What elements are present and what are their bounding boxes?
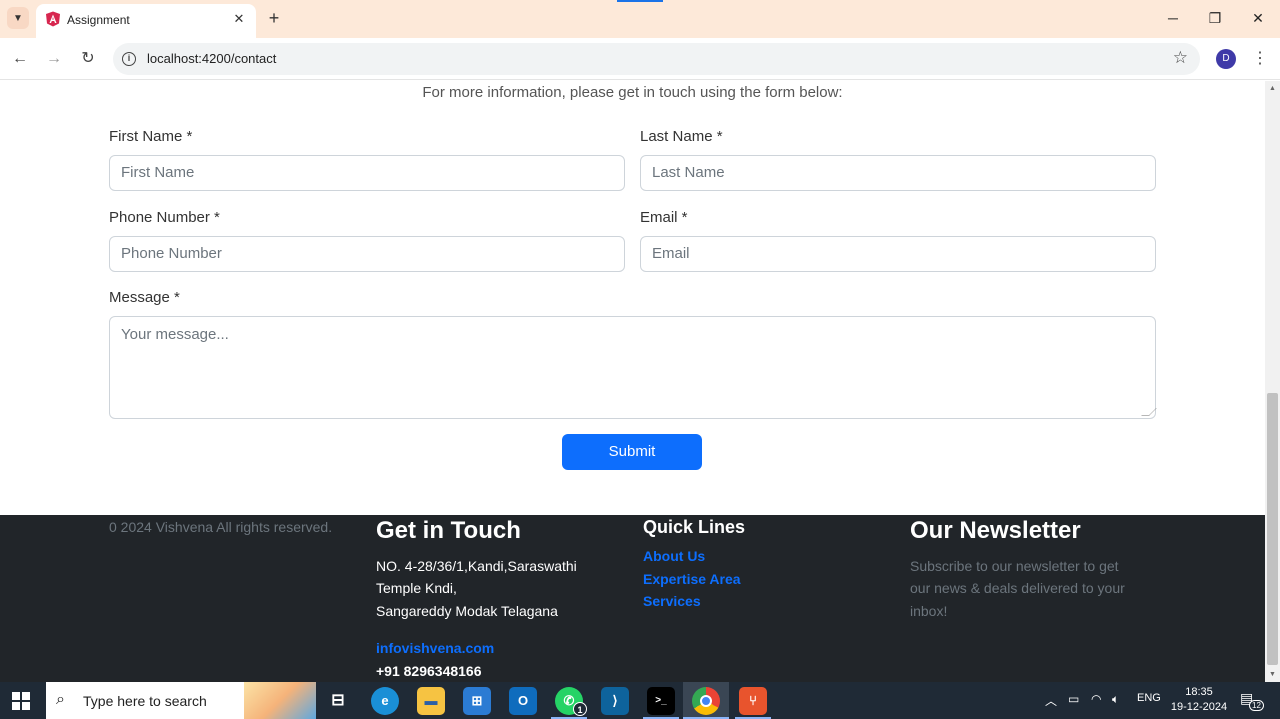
notification-center-icon[interactable]: ▤ 12 (1240, 690, 1264, 711)
scrollbar-thumb[interactable] (1267, 393, 1278, 665)
browser-tab-active[interactable]: Assignment ✕ (36, 4, 256, 38)
newsletter-text-line-3: inbox! (910, 603, 948, 619)
terminal-icon[interactable]: >_ (647, 687, 675, 715)
get-in-touch-heading: Get in Touch (376, 517, 521, 544)
page-viewport: For more information, please get in touc… (0, 81, 1265, 682)
quick-link-expertise-area[interactable]: Expertise Area (643, 571, 741, 587)
newsletter-text-line-2: our news & deals delivered to your (910, 580, 1125, 596)
vscode-icon[interactable]: ⟩ (601, 687, 629, 715)
first-name-label: First Name * (109, 128, 193, 145)
phone-number-input[interactable]: Phone Number (109, 236, 625, 272)
message-textarea[interactable]: Your message... (109, 316, 1157, 419)
textarea-resize-handle[interactable] (1141, 408, 1157, 416)
reload-icon[interactable]: ↻ (77, 48, 99, 70)
submit-button[interactable]: Submit (562, 434, 702, 470)
window-close-icon[interactable]: ✕ (1246, 8, 1270, 28)
contact-intro-text: For more information, please get in touc… (422, 84, 843, 101)
file-explorer-icon[interactable]: ▬ (417, 687, 445, 715)
minimize-icon[interactable]: ─ (1161, 8, 1185, 28)
windows-taskbar: ⌕ Type here to search ⊟ e ▬ ⊞ O ✆ 1 ⟩ >_… (0, 682, 1280, 719)
taskbar-clock[interactable]: 18:35 19-12-2024 (1167, 685, 1231, 715)
first-name-input[interactable]: First Name (109, 155, 625, 191)
new-tab-icon[interactable]: + (264, 8, 284, 28)
message-placeholder: Your message... (121, 326, 229, 343)
notification-count-badge: 12 (1249, 700, 1264, 711)
page-scrollbar[interactable]: ▲ ▼ (1265, 81, 1280, 682)
tab-close-icon[interactable]: ✕ (230, 10, 248, 28)
chrome-icon[interactable] (692, 687, 720, 715)
address-line-1: NO. 4-28/36/1,Kandi,Saraswathi (376, 558, 577, 574)
address-line-3: Sangareddy Modak Telagana (376, 603, 558, 619)
copyright-text: 0 2024 Vishvena All rights reserved. (109, 519, 333, 535)
taskbar-search-placeholder: Type here to search (83, 693, 207, 709)
scroll-up-icon[interactable]: ▲ (1269, 85, 1276, 92)
language-indicator[interactable]: ENG (1137, 692, 1161, 704)
edge-browser-icon[interactable]: e (371, 687, 399, 715)
taskbar-search-box[interactable]: ⌕ Type here to search (46, 682, 316, 719)
restore-icon[interactable]: ❐ (1203, 8, 1227, 28)
tab-search-button[interactable]: ▼ (7, 7, 29, 29)
phone-number-label: Phone Number * (109, 209, 220, 226)
quick-link-services[interactable]: Services (643, 593, 701, 609)
newsletter-text-line-1: Subscribe to our newsletter to get (910, 558, 1119, 574)
scroll-down-icon[interactable]: ▼ (1269, 671, 1276, 678)
forward-arrow-icon[interactable]: → (43, 48, 65, 70)
wifi-icon[interactable]: ◠ (1091, 692, 1101, 706)
battery-icon[interactable]: ▭ (1068, 692, 1079, 706)
email-label: Email * (640, 209, 688, 226)
microsoft-store-icon[interactable]: ⊞ (463, 687, 491, 715)
footer-phone: +91 8296348166 (376, 663, 482, 679)
browser-tab-bar: ▼ Assignment ✕ + ─ ❐ ✕ (0, 0, 1280, 38)
quick-links-heading: Quick Lines (643, 517, 746, 537)
quick-link-about-us[interactable]: About Us (643, 548, 705, 564)
address-bar[interactable]: i localhost:4200/contact ☆ (113, 43, 1200, 75)
back-arrow-icon[interactable]: ← (9, 48, 31, 70)
last-name-label: Last Name * (640, 128, 723, 145)
url-text[interactable]: localhost:4200/contact (147, 51, 276, 66)
search-highlight-art-icon (244, 682, 316, 719)
task-view-icon[interactable]: ⊟ (324, 687, 352, 715)
clock-date: 19-12-2024 (1170, 701, 1228, 713)
angular-favicon-icon (46, 11, 60, 27)
volume-icon[interactable]: 🔈︎ (1112, 692, 1119, 707)
footer-email-link[interactable]: infovishvena.com (376, 640, 494, 656)
last-name-input[interactable]: Last Name (640, 155, 1156, 191)
message-label: Message * (109, 289, 180, 306)
git-tool-icon[interactable]: ⑂ (739, 687, 767, 715)
windows-start-icon[interactable] (12, 692, 30, 710)
bookmark-star-icon[interactable]: ☆ (1173, 48, 1188, 68)
tab-title: Assignment (67, 13, 130, 27)
whatsapp-badge: 1 (573, 702, 587, 716)
tab-strip-indicator (617, 0, 663, 2)
tray-overflow-chevron-icon[interactable]: ︿ (1045, 692, 1057, 709)
outlook-icon[interactable]: O (509, 687, 537, 715)
browser-toolbar: ← → ↻ i localhost:4200/contact ☆ D ⋮ (0, 38, 1280, 80)
profile-avatar[interactable]: D (1216, 49, 1236, 69)
newsletter-heading: Our Newsletter (910, 517, 1081, 544)
clock-time: 18:35 (1185, 686, 1213, 698)
site-info-icon[interactable]: i (122, 52, 136, 66)
email-input[interactable]: Email (640, 236, 1156, 272)
site-footer: 0 2024 Vishvena All rights reserved. Get… (0, 515, 1265, 682)
search-icon: ⌕ (56, 691, 65, 708)
browser-menu-icon[interactable]: ⋮ (1252, 48, 1268, 70)
address-line-2: Temple Kndi, (376, 580, 457, 596)
